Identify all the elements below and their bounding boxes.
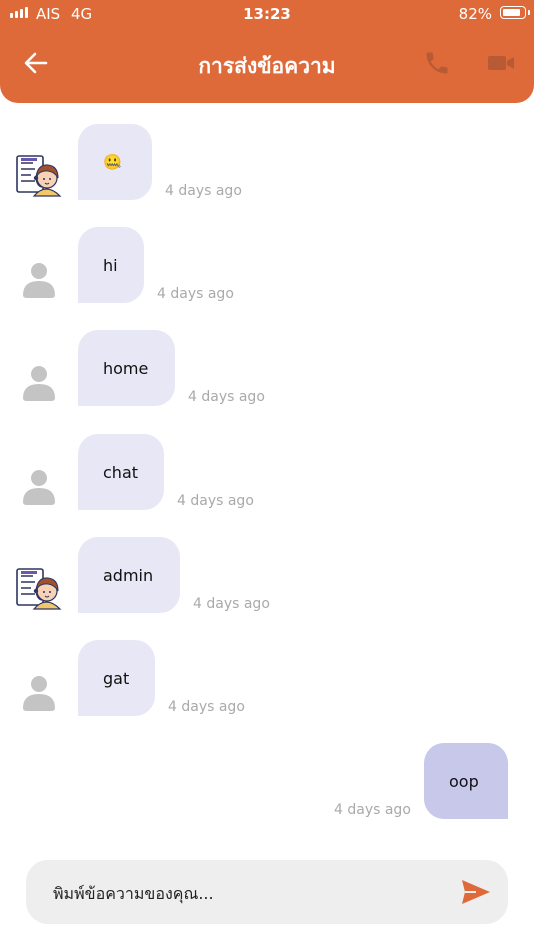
battery-percent: 82% [458, 5, 492, 23]
message-text: gat [103, 668, 130, 688]
message-row: oop 4 days ago [0, 743, 534, 833]
user-avatar [14, 356, 64, 406]
message-text: chat [103, 462, 139, 482]
message-timestamp: 4 days ago [177, 493, 254, 509]
user-avatar [14, 253, 64, 303]
message-input-placeholder: พิมพ์ข้อความของคุณ... [53, 884, 214, 903]
phone-icon[interactable] [423, 49, 451, 77]
message-timestamp: 4 days ago [165, 183, 242, 199]
battery-icon [500, 6, 530, 19]
message-bubble[interactable]: oop [424, 743, 508, 819]
status-time: 13:23 [243, 5, 291, 23]
message-timestamp: 4 days ago [193, 596, 270, 612]
message-text: oop [449, 771, 479, 791]
message-row: chat 4 days ago [0, 434, 534, 524]
message-bubble[interactable]: admin [78, 537, 180, 613]
page-title: การส่งข้อความ [198, 54, 336, 78]
message-row: admin 4 days ago [0, 537, 534, 627]
message-row: gat 4 days ago [0, 640, 534, 730]
message-text: admin [103, 565, 154, 585]
message-bubble[interactable]: chat [78, 434, 164, 510]
support-agent-avatar [14, 563, 64, 613]
message-timestamp: 4 days ago [334, 802, 411, 818]
user-avatar [14, 666, 64, 716]
message-text: 🤐 [103, 153, 122, 171]
status-bar: AIS 4G 13:23 82% [0, 5, 534, 23]
message-bubble[interactable]: home [78, 330, 175, 406]
message-timestamp: 4 days ago [188, 389, 265, 405]
message-bubble[interactable]: 🤐 [78, 124, 152, 200]
video-camera-icon[interactable] [486, 50, 516, 76]
message-bubble[interactable]: gat [78, 640, 155, 716]
message-timestamp: 4 days ago [168, 699, 245, 715]
app-header: AIS 4G 13:23 82% การส่งข้อความ [0, 0, 534, 103]
message-row: home 4 days ago [0, 330, 534, 420]
user-avatar [14, 460, 64, 510]
support-agent-avatar [14, 150, 64, 200]
message-row: 🤐 4 days ago [0, 124, 534, 214]
message-text: home [103, 358, 149, 378]
message-bubble[interactable]: hi [78, 227, 144, 303]
send-icon[interactable] [460, 878, 492, 906]
message-timestamp: 4 days ago [157, 286, 234, 302]
message-input[interactable]: พิมพ์ข้อความของคุณ... [26, 860, 508, 924]
message-row: hi 4 days ago [0, 227, 534, 317]
message-text: hi [103, 255, 118, 275]
